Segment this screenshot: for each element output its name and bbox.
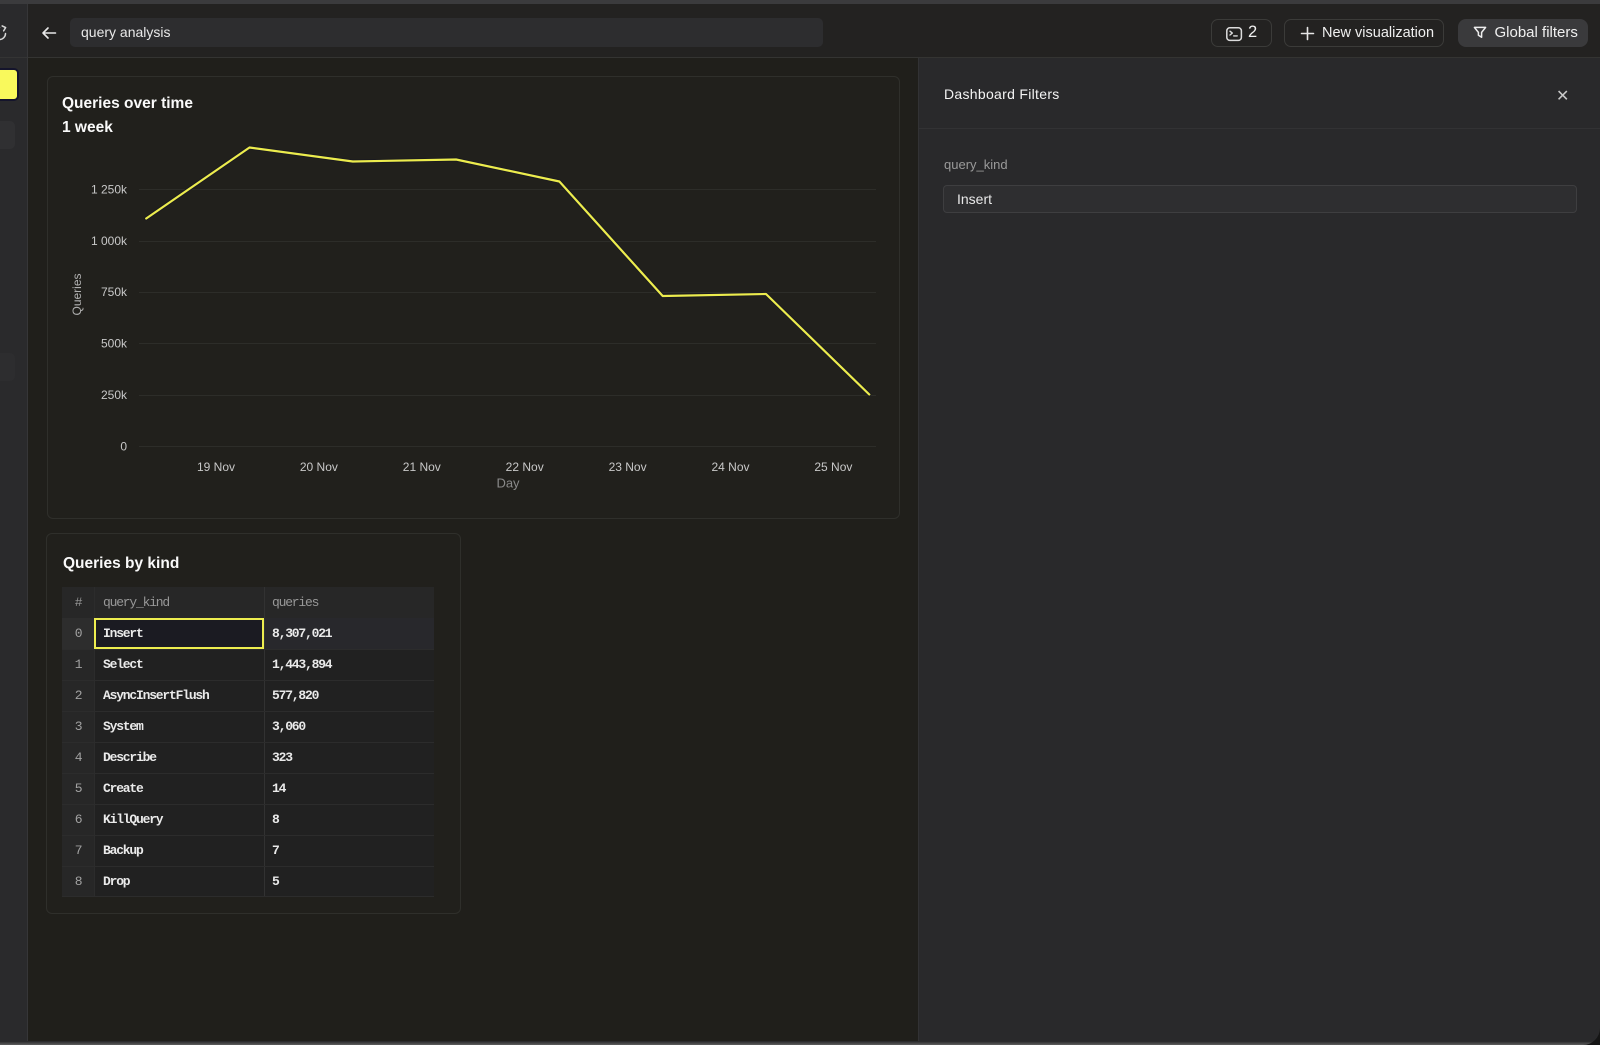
svg-text:20 Nov: 20 Nov [300, 460, 338, 474]
svg-text:Queries: Queries [70, 273, 84, 315]
svg-text:Day: Day [496, 476, 520, 491]
svg-text:1 250k: 1 250k [91, 183, 128, 197]
svg-text:1 000k: 1 000k [91, 234, 128, 248]
svg-text:25 Nov: 25 Nov [814, 460, 852, 474]
svg-text:250k: 250k [101, 388, 128, 402]
svg-text:21 Nov: 21 Nov [403, 460, 441, 474]
svg-text:23 Nov: 23 Nov [609, 460, 647, 474]
svg-text:750k: 750k [101, 285, 128, 299]
svg-text:19 Nov: 19 Nov [197, 460, 235, 474]
svg-text:24 Nov: 24 Nov [711, 460, 749, 474]
svg-text:500k: 500k [101, 337, 128, 351]
svg-text:0: 0 [120, 440, 127, 454]
svg-text:22 Nov: 22 Nov [506, 460, 544, 474]
